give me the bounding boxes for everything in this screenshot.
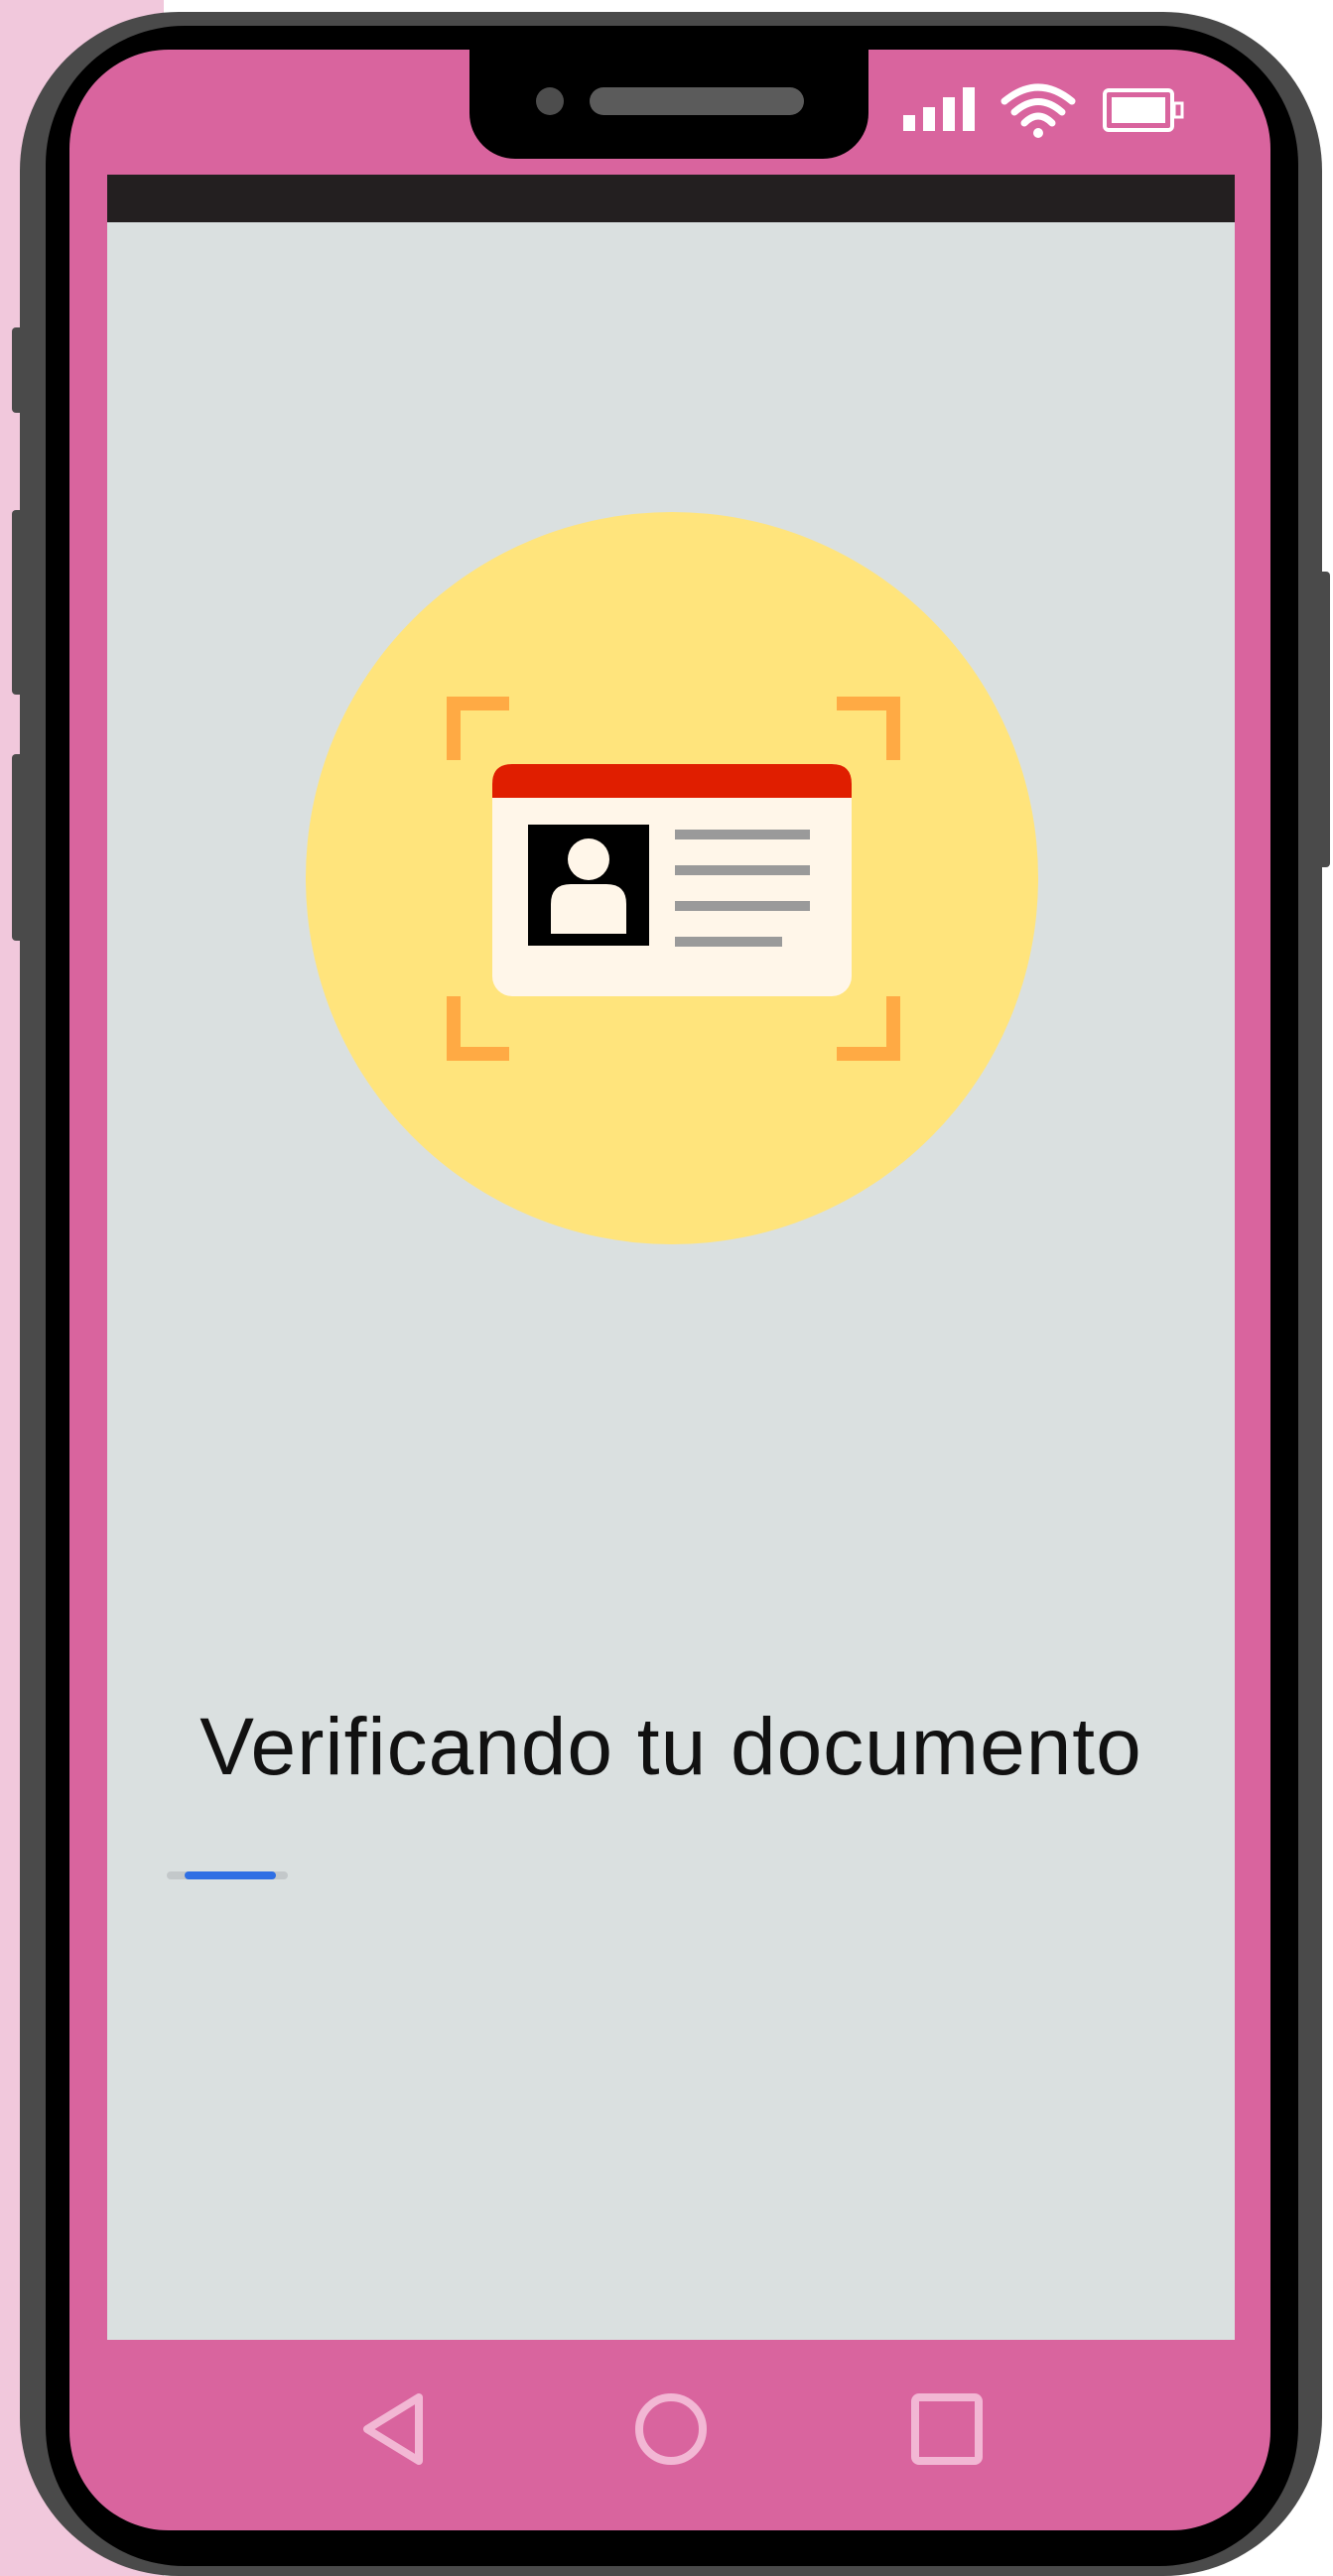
battery-icon: [1103, 88, 1184, 132]
id-card-icon: [492, 764, 852, 996]
signal-icon: [903, 87, 975, 131]
recents-icon: [911, 2393, 983, 2465]
earpiece-speaker: [590, 87, 804, 115]
verification-title: Verificando tu documento: [200, 1702, 1142, 1792]
wifi-icon: [1000, 83, 1076, 138]
progress-indicator-fill: [185, 1871, 276, 1879]
volume-down-button: [12, 754, 24, 941]
home-icon: [635, 2393, 707, 2465]
home-button[interactable]: [631, 2389, 711, 2469]
volume-up-button: [12, 510, 24, 695]
id-card-illustration: [306, 512, 1038, 1244]
app-top-bar: [107, 175, 1235, 222]
progress-indicator: [167, 1871, 288, 1879]
front-camera: [536, 87, 564, 115]
back-button[interactable]: [357, 2389, 437, 2469]
recents-button[interactable]: [907, 2389, 987, 2469]
back-icon: [363, 2393, 423, 2465]
side-button-left-top: [12, 327, 24, 413]
power-button: [1316, 572, 1330, 867]
app-screen: Verificando tu documento: [107, 222, 1235, 2340]
navigation-bar: [69, 2340, 1270, 2509]
